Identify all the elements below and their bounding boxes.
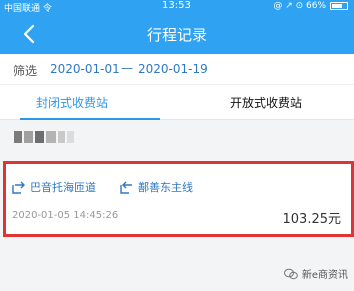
start-date-picker[interactable]: 2020-01-01 [50,62,120,76]
entry-station-name: 巴音托海匝道 [30,181,96,194]
filter-label: 筛选 [13,64,38,78]
status-right-text: @ ↗ ⊙ 66% [273,1,326,11]
status-bar: 中国联通 令 13:53 @ ↗ ⊙ 66% [0,0,354,14]
trip-record-card[interactable]: 巴音托海匝道 鄯善东主线 2020-01-05 14:45:26 103.25元 [3,161,354,237]
status-indicators: @ ↗ ⊙ 66% [273,1,348,11]
exit-icon [120,181,132,194]
battery-icon [330,2,348,10]
watermark-text: 新e商资讯 [301,270,348,281]
date-separator: — [121,61,133,75]
carrier-label: 中国联通 令 [4,4,52,14]
entry-icon [12,181,25,194]
active-tab-indicator [20,118,160,120]
date-filter: 筛选 2020-01-01 — 2020-01-19 [0,54,354,84]
tab-open-toll-station[interactable]: 开放式收费站 [230,94,302,111]
page-title: 行程记录 [146,26,207,44]
navigation-bar: 行程记录 [0,14,354,54]
tab-closed-toll-station[interactable]: 封闭式收费站 [36,94,108,111]
exit-station-name: 鄯善东主线 [138,181,193,194]
entry-station: 巴音托海匝道 [12,179,96,195]
status-time: 13:53 [162,0,191,11]
station-type-tabs: 封闭式收费站 开放式收费站 [0,84,354,120]
exit-station: 鄯善东主线 [120,179,193,195]
trip-timestamp: 2020-01-05 14:45:26 [12,210,119,221]
end-date-picker[interactable]: 2020-01-19 [138,62,208,76]
wechat-icon [283,268,298,279]
redacted-plate-number [14,127,74,147]
watermark: 新e商资讯 [283,266,348,281]
trip-amount: 103.25元 [282,212,342,227]
